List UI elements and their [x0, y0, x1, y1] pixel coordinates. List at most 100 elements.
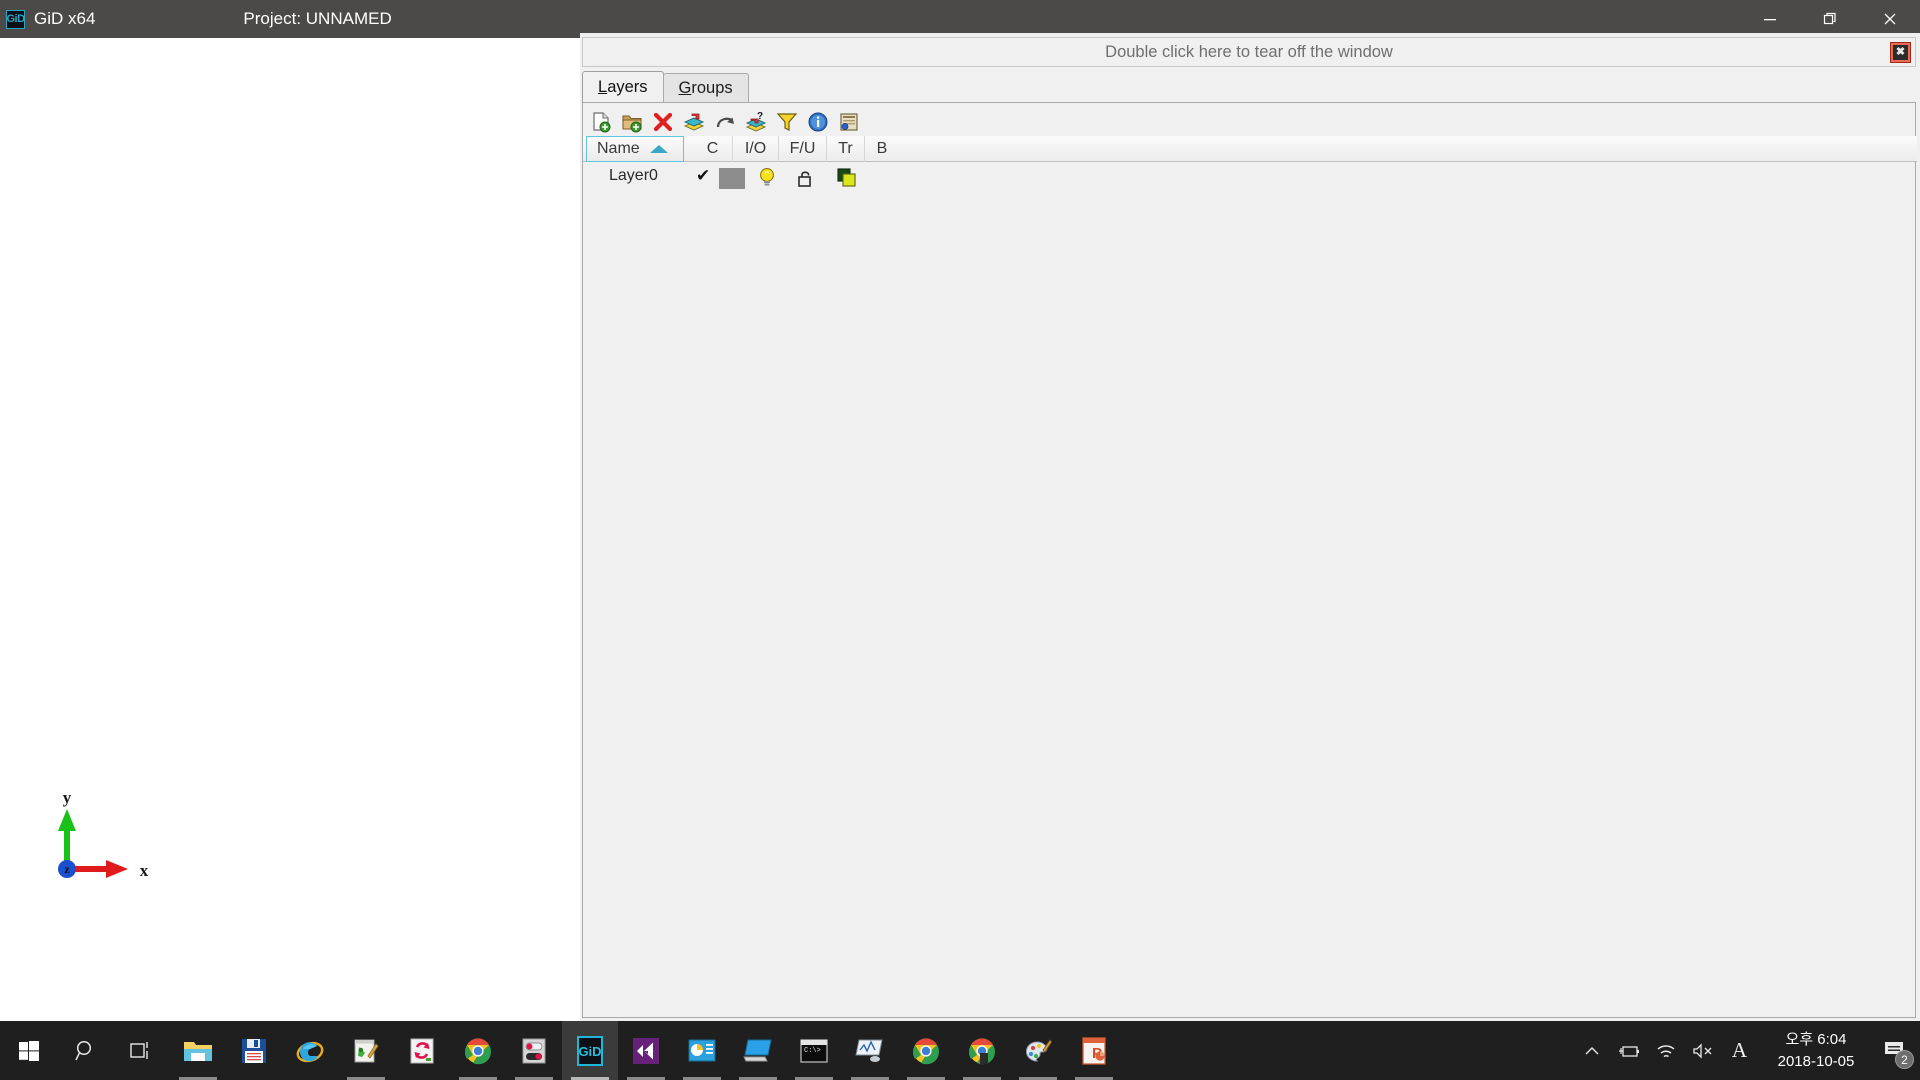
close-icon	[1882, 11, 1898, 27]
layers-window: Double click here to tear off the window…	[580, 33, 1920, 1021]
taskbar-item-paint-app[interactable]	[1010, 1021, 1066, 1080]
taskbar-item-command-prompt[interactable]: C:\>	[786, 1021, 842, 1080]
open-layer-icon[interactable]	[620, 110, 644, 134]
volume-button[interactable]	[1684, 1021, 1721, 1080]
gid-logo-icon: GiD	[6, 10, 25, 29]
tab-layers[interactable]: Layers	[582, 71, 664, 103]
tab-groups[interactable]: Groups	[663, 73, 749, 103]
layers-panel: Layers Groups	[582, 71, 1916, 1018]
network-button[interactable]	[1647, 1021, 1684, 1080]
delete-layer-icon[interactable]	[651, 110, 675, 134]
svg-text:?: ?	[757, 111, 763, 122]
column-header-io[interactable]: I/O	[733, 136, 779, 162]
layer-lock-open-icon[interactable]	[794, 166, 816, 195]
performance-monitor-icon	[855, 1038, 885, 1064]
taskbar-item-monitor-app[interactable]	[842, 1021, 898, 1080]
taskbar-item-presentation-app[interactable]	[674, 1021, 730, 1080]
wifi-icon	[1655, 1042, 1677, 1060]
clock-date: 2018-10-05	[1778, 1051, 1855, 1073]
panel-close-icon: ✖	[1893, 45, 1908, 60]
table-row[interactable]: Layer0 ✔	[583, 163, 1917, 193]
panel-tabstrip: Layers Groups	[582, 71, 1916, 103]
clock[interactable]: 오후 6:04 2018-10-05	[1764, 1021, 1868, 1080]
info-icon[interactable]	[806, 110, 830, 134]
column-header-name-label: Name	[597, 140, 640, 158]
taskbar-item-sync-app[interactable]	[394, 1021, 450, 1080]
column-header-name[interactable]: Name	[586, 136, 684, 162]
svg-text:GiD: GiD	[578, 1044, 601, 1059]
ime-indicator[interactable]: A	[1721, 1021, 1758, 1080]
internet-explorer-icon	[296, 1037, 324, 1065]
layers-toolbar: ?	[589, 107, 861, 137]
layer-name-label[interactable]: Layer0	[609, 167, 658, 185]
taskbar-item-chrome-3[interactable]	[954, 1021, 1010, 1080]
column-header-tr[interactable]: Tr	[827, 136, 865, 162]
axis-triad: z y x	[48, 791, 178, 901]
layer-help-icon[interactable]: ?	[744, 110, 768, 134]
toggle-switches-icon	[521, 1037, 547, 1065]
column-header-fu[interactable]: F/U	[779, 136, 827, 162]
column-header-b[interactable]: B	[865, 136, 899, 162]
tear-off-bar[interactable]: Double click here to tear off the window…	[582, 37, 1916, 67]
taskbar-item-visual-studio[interactable]	[618, 1021, 674, 1080]
send-to-layer-icon[interactable]	[682, 110, 706, 134]
paint-palette-icon	[1024, 1037, 1052, 1065]
panel-close-button[interactable]: ✖	[1890, 42, 1911, 63]
tear-off-label: Double click here to tear off the window	[1105, 43, 1393, 62]
svg-text:y: y	[63, 791, 72, 807]
column-header-c[interactable]: C	[693, 136, 733, 162]
notification-badge: 2	[1895, 1050, 1914, 1069]
clock-time: 오후 6:04	[1786, 1029, 1847, 1051]
remote-desktop-icon	[743, 1038, 773, 1064]
layer-checkmark-icon[interactable]: ✔	[696, 166, 710, 186]
layers-tab-body: ?	[582, 102, 1916, 1018]
drawing-viewport[interactable]: z y x	[0, 38, 573, 1021]
file-explorer-icon	[183, 1038, 213, 1064]
layers-column-headers: Name C I/O F/U Tr B	[583, 136, 1917, 162]
restore-icon	[1822, 11, 1838, 27]
taskbar-item-powerpoint[interactable]: P	[1066, 1021, 1122, 1080]
taskbar-item-notepad[interactable]	[338, 1021, 394, 1080]
filter-icon[interactable]	[775, 110, 799, 134]
taskbar-item-remote-desktop[interactable]	[730, 1021, 786, 1080]
task-view-button[interactable]	[114, 1021, 170, 1080]
taskbar-item-switch-app[interactable]	[506, 1021, 562, 1080]
layer-back-front-icon[interactable]	[835, 166, 859, 195]
search-icon	[74, 1039, 98, 1063]
sync-refresh-icon	[409, 1037, 435, 1065]
tab-groups-label: roups	[691, 79, 732, 98]
windows-logo-icon	[18, 1040, 40, 1062]
show-hidden-icons-button[interactable]	[1573, 1021, 1610, 1080]
layer-color-swatch[interactable]	[719, 168, 745, 189]
layer-visibility-bulb-icon[interactable]	[756, 166, 778, 195]
start-button[interactable]	[0, 1021, 58, 1080]
move-to-layer-icon[interactable]	[713, 110, 737, 134]
chrome-icon	[968, 1037, 996, 1065]
taskbar-item-internet-explorer[interactable]	[282, 1021, 338, 1080]
chrome-icon	[464, 1037, 492, 1065]
taskbar-item-save-app[interactable]	[226, 1021, 282, 1080]
svg-text:C:\>: C:\>	[804, 1047, 821, 1055]
task-view-icon	[130, 1040, 154, 1062]
svg-text:z: z	[64, 862, 70, 876]
taskbar-item-file-explorer[interactable]	[170, 1021, 226, 1080]
presentation-chart-icon	[688, 1038, 716, 1064]
minimize-icon	[1762, 11, 1778, 27]
volume-muted-icon	[1691, 1042, 1715, 1060]
layer-properties-icon[interactable]	[837, 110, 861, 134]
taskbar-item-gid-app[interactable]: GiD	[562, 1021, 618, 1080]
notifications-button[interactable]: 2	[1868, 1021, 1920, 1080]
notepad-editor-icon	[352, 1037, 380, 1065]
chrome-icon	[912, 1037, 940, 1065]
new-layer-icon[interactable]	[589, 110, 613, 134]
tab-groups-mnemonic: G	[679, 79, 692, 98]
taskbar-item-chrome-2[interactable]	[898, 1021, 954, 1080]
taskbar-item-chrome-1[interactable]	[450, 1021, 506, 1080]
floppy-save-icon	[241, 1038, 267, 1064]
search-button[interactable]	[58, 1021, 114, 1080]
app-title: GiD x64	[34, 9, 95, 29]
windows-taskbar: GiD C:\>	[0, 1021, 1920, 1080]
system-tray: A 오후 6:04 2018-10-05 2	[1573, 1021, 1920, 1080]
visual-studio-icon	[632, 1037, 660, 1065]
battery-button[interactable]	[1610, 1021, 1647, 1080]
